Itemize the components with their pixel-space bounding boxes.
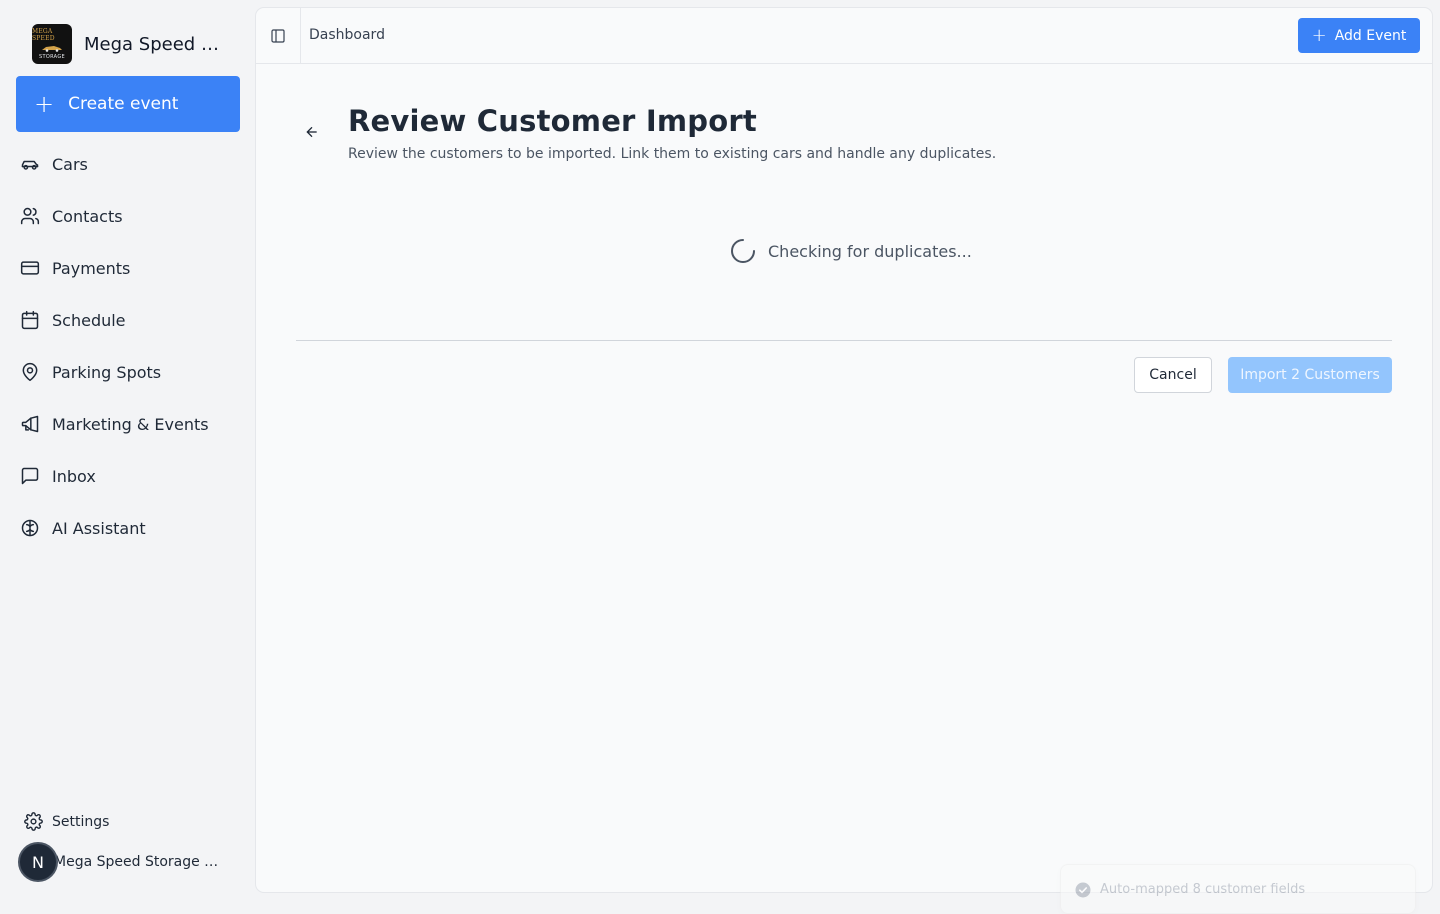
sidebar: MEGA SPEED STORAGE Mega Speed St... + Cr…	[0, 0, 256, 900]
page-title: Review Customer Import	[348, 104, 757, 138]
cancel-button[interactable]: Cancel	[1134, 357, 1212, 393]
sidebar-item-label: Inbox	[52, 466, 96, 486]
credit-card-icon	[20, 261, 40, 275]
brand-logo-line2: STORAGE	[39, 54, 65, 60]
sidebar-item-label: Parking Spots	[52, 362, 162, 382]
loading-indicator: Checking for duplicates...	[730, 238, 972, 264]
check-circle-icon	[1075, 882, 1091, 898]
add-event-button[interactable]: + Add Event	[1298, 18, 1420, 53]
add-event-label: Add Event	[1334, 27, 1407, 44]
calendar-icon	[21, 310, 39, 330]
panel-left-icon	[271, 28, 285, 43]
megaphone-icon	[21, 415, 39, 433]
users-icon	[20, 207, 40, 225]
divider	[296, 340, 1392, 341]
brand-logo: MEGA SPEED STORAGE	[32, 24, 72, 64]
sidebar-item-cars[interactable]: Cars	[20, 138, 240, 190]
avatar: N	[18, 842, 58, 882]
create-event-button[interactable]: + Create event	[16, 76, 240, 132]
settings-label: Settings	[52, 813, 110, 830]
top-bar: Dashboard + Add Event	[256, 8, 1432, 64]
gear-icon	[24, 812, 43, 831]
brand-logo-line1: MEGA SPEED	[32, 28, 55, 42]
brand-name: Mega Speed St...	[84, 33, 230, 55]
sidebar-item-marketing-events[interactable]: Marketing & Events	[20, 398, 240, 450]
breadcrumb[interactable]: Dashboard	[309, 27, 385, 43]
account-menu[interactable]: N Mega Speed Storage Ad...	[18, 842, 224, 882]
page-subtitle: Review the customers to be imported. Lin…	[348, 146, 997, 162]
spinner-icon	[731, 239, 755, 263]
sidebar-item-label: Marketing & Events	[52, 414, 209, 434]
create-event-label: Create event	[68, 94, 179, 114]
sidebar-item-contacts[interactable]: Contacts	[20, 190, 240, 242]
sidebar-item-label: Payments	[52, 258, 131, 278]
toast-text: Auto-mapped 8 customer fields	[1100, 882, 1306, 897]
car-icon	[21, 160, 39, 170]
brain-icon	[21, 519, 39, 537]
sidebar-item-label: Contacts	[52, 206, 123, 226]
car-logo-icon	[42, 46, 62, 52]
map-pin-icon	[22, 362, 38, 382]
settings-link[interactable]: Settings	[24, 812, 109, 831]
message-square-icon	[21, 467, 39, 485]
sidebar-item-schedule[interactable]: Schedule	[20, 294, 240, 346]
sidebar-item-payments[interactable]: Payments	[20, 242, 240, 294]
toast-notification: Auto-mapped 8 customer fields	[1060, 864, 1416, 914]
plus-icon: +	[1311, 24, 1327, 46]
arrow-left-icon	[306, 126, 317, 138]
main-panel: Dashboard + Add Event Review Customer Im…	[256, 8, 1432, 892]
sidebar-nav: Cars Contacts Payments Schedule Parking …	[20, 138, 240, 554]
import-customers-button[interactable]: Import 2 Customers	[1228, 357, 1392, 393]
back-button[interactable]	[304, 124, 324, 144]
account-name: Mega Speed Storage Ad...	[54, 854, 224, 870]
sidebar-item-label: AI Assistant	[52, 518, 146, 538]
sidebar-item-inbox[interactable]: Inbox	[20, 450, 240, 502]
sidebar-item-ai-assistant[interactable]: AI Assistant	[20, 502, 240, 554]
loading-text: Checking for duplicates...	[768, 241, 972, 261]
plus-icon: +	[34, 90, 55, 118]
sidebar-item-label: Schedule	[52, 310, 126, 330]
sidebar-item-parking-spots[interactable]: Parking Spots	[20, 346, 240, 398]
sidebar-toggle-button[interactable]	[256, 8, 301, 63]
brand[interactable]: MEGA SPEED STORAGE Mega Speed St...	[32, 24, 230, 64]
sidebar-item-label: Cars	[52, 154, 88, 174]
